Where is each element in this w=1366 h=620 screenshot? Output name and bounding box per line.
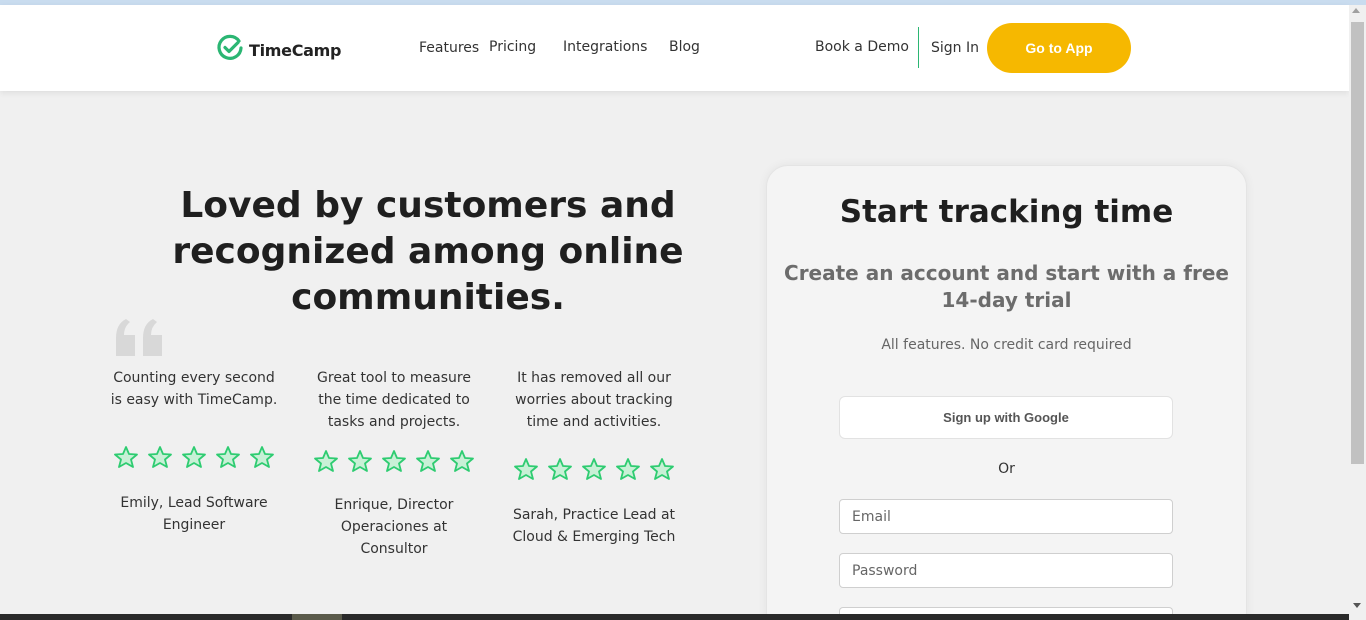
star-icon (113, 445, 139, 476)
star-icon (147, 445, 173, 476)
star-icon (649, 457, 675, 488)
password-field[interactable] (839, 553, 1173, 588)
or-divider-text: Or (998, 461, 1015, 477)
testimonial-quote: Counting every second is easy with TimeC… (110, 370, 278, 408)
email-field[interactable] (839, 499, 1173, 534)
book-demo-link[interactable]: Book a Demo (815, 39, 909, 55)
star-icon (249, 445, 275, 476)
sign-in-link[interactable]: Sign In (931, 40, 979, 56)
site-header: TimeCamp Features Pricing Integrations B… (0, 5, 1349, 91)
nav-pricing[interactable]: Pricing (489, 39, 536, 55)
scroll-down-arrow-icon[interactable] (1353, 603, 1361, 608)
testimonial-quote: Great tool to measure the time dedicated… (317, 370, 471, 430)
star-icon (215, 445, 241, 476)
star-icon (449, 449, 475, 480)
rating-stars (109, 445, 279, 476)
go-to-app-button[interactable]: Go to App (987, 23, 1131, 73)
star-icon (381, 449, 407, 480)
google-signup-button[interactable]: Sign up with Google (839, 396, 1173, 439)
hero-title: Loved by customers and recognized among … (172, 185, 684, 318)
signup-note: All features. No credit card required (881, 337, 1132, 353)
signup-title: Start tracking time (839, 194, 1174, 230)
star-icon (615, 457, 641, 488)
signup-card (766, 165, 1247, 620)
testimonial-author: Enrique, Director Operaciones at Consult… (334, 497, 454, 557)
timecamp-logo[interactable]: TimeCamp (216, 34, 341, 66)
star-icon (347, 449, 373, 480)
logo-text: TimeCamp (249, 40, 342, 60)
nav-features[interactable]: Features (419, 40, 479, 56)
star-icon (513, 457, 539, 488)
testimonial-quote: It has removed all our worries about tra… (515, 370, 673, 430)
testimonial-author: Sarah, Practice Lead at Cloud & Emerging… (512, 507, 676, 545)
star-icon (581, 457, 607, 488)
nav-divider (918, 27, 919, 68)
rating-stars (309, 449, 479, 480)
testimonial-card: It has removed all our worries about tra… (509, 367, 679, 548)
scrollbar-thumb[interactable] (1351, 22, 1364, 464)
rating-stars (509, 457, 679, 488)
scroll-up-arrow-icon[interactable] (1352, 8, 1360, 13)
star-icon (181, 445, 207, 476)
bottom-section-edge (0, 614, 1349, 620)
timecamp-check-icon (216, 34, 244, 66)
testimonial-card: Great tool to measure the time dedicated… (309, 367, 479, 560)
quote-mark-icon (114, 318, 166, 362)
signup-subtitle: Create an account and start with a free … (784, 261, 1229, 312)
star-icon (313, 449, 339, 480)
testimonial-card: Counting every second is easy with TimeC… (109, 367, 279, 536)
bottom-strip-segment (292, 614, 342, 620)
nav-integrations[interactable]: Integrations (563, 39, 647, 55)
testimonial-author: Emily, Lead Software Engineer (120, 495, 268, 533)
star-icon (415, 449, 441, 480)
nav-blog[interactable]: Blog (669, 39, 700, 55)
star-icon (547, 457, 573, 488)
